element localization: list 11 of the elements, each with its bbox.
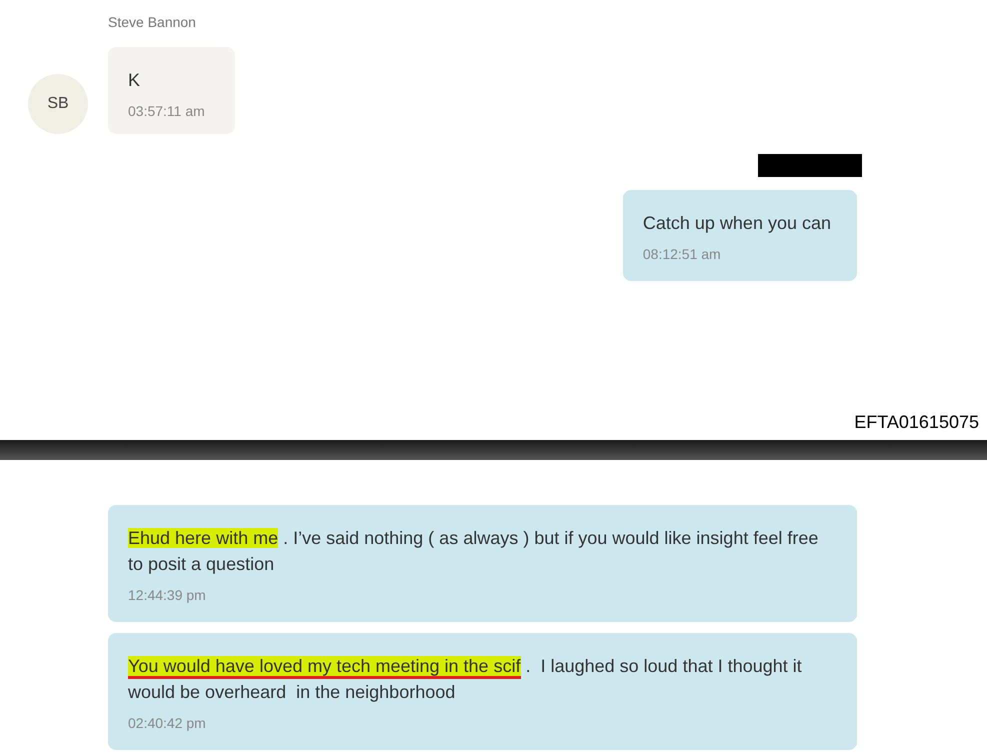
- message-text: K: [128, 69, 142, 92]
- message-text: You would have loved my tech meeting in the scif . I laughed so loud that I thought it would be overheard in the neighborhood: [128, 655, 803, 704]
- message-time: 02:40:42 pm: [128, 714, 207, 733]
- message-time: 12:44:39 pm: [128, 586, 207, 605]
- message-time: 08:12:51 am: [642, 245, 722, 264]
- document-id: EFTA01615075: [854, 411, 979, 434]
- message-time: 03:57:11 am: [128, 102, 206, 121]
- message-text: Catch up when you can: [642, 212, 831, 235]
- message-text: Ehud here with me . I’ve said nothing ( as always ) but if you would like insight feel free to posit a question: [128, 527, 820, 576]
- sender-name: Steve Bannon: [108, 13, 197, 32]
- avatar: SB: [28, 74, 88, 134]
